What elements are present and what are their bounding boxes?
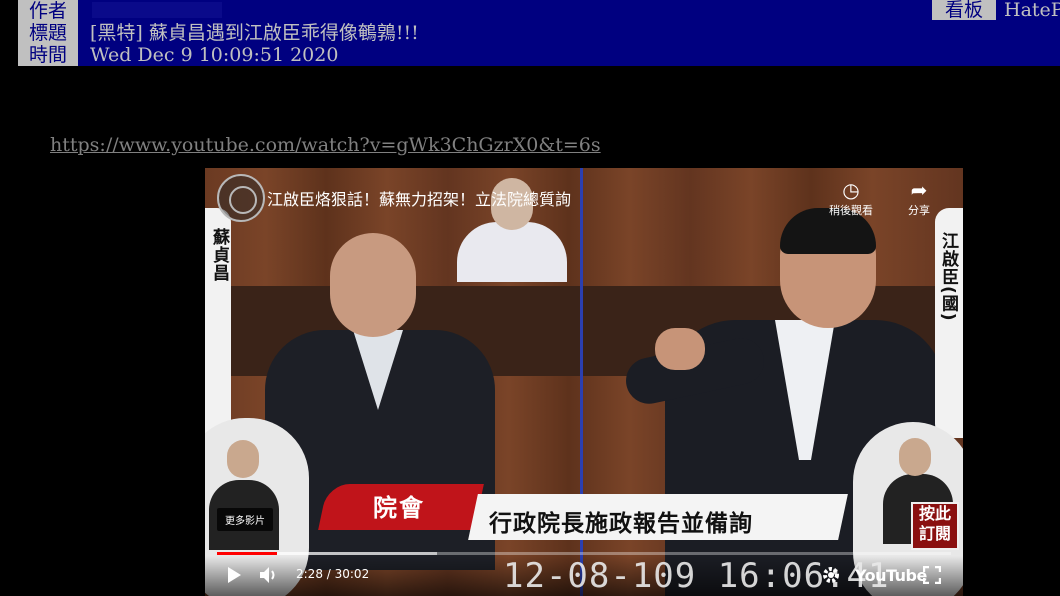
youtube-link[interactable]: https://www.youtube.com/watch?v=gWk3ChGz…: [50, 134, 601, 156]
fullscreen-icon[interactable]: [923, 566, 941, 584]
clock-icon: ◷: [842, 178, 860, 202]
time-value: Wed Dec 9 10:09:51 2020: [90, 44, 339, 66]
watch-later-button[interactable]: ◷ 稍後觀看: [821, 178, 881, 218]
volume-icon[interactable]: [259, 566, 279, 584]
progress-played: [217, 552, 278, 555]
author-label: 作者: [18, 0, 78, 22]
article-header: 作者 看板 HateP 標題 [黑特] 蘇貞昌遇到江啟臣乖得像鵪鶉!!! 時間 …: [18, 0, 1060, 66]
right-speaker-name: 江啟臣(國): [938, 232, 958, 322]
video-title[interactable]: 江啟臣烙狠話！蘇無力招架！立法院總質詢: [267, 186, 571, 210]
youtube-logo[interactable]: YouTube: [855, 566, 927, 585]
left-name-plate: 蘇貞昌: [205, 208, 231, 438]
title-value: [黑特] 蘇貞昌遇到江啟臣乖得像鵪鶉!!!: [90, 22, 419, 44]
more-videos-button[interactable]: 更多影片: [217, 508, 273, 531]
right-name-plate: 江啟臣(國): [935, 208, 963, 438]
board-label: 看板: [932, 0, 996, 20]
video-player[interactable]: 蘇貞昌 江啟臣(國) 江啟臣烙狠話！蘇無力招架！立法院總質詢 ◷ 稍後觀看 ➦ …: [205, 168, 963, 596]
red-caption-text: 院會: [373, 494, 425, 522]
title-row: 標題 [黑特] 蘇貞昌遇到江啟臣乖得像鵪鶉!!!: [18, 22, 1060, 44]
subscribe-badge[interactable]: 按此訂閱: [911, 502, 959, 550]
author-row: 作者 看板 HateP: [18, 0, 1060, 22]
legislature-logo-icon: [217, 174, 265, 222]
share-label: 分享: [908, 204, 930, 217]
time-display: 2:28 / 30:02: [296, 567, 370, 581]
white-caption-text: 行政院長施政報告並備詢: [489, 511, 753, 537]
play-icon[interactable]: [225, 566, 243, 584]
title-label: 標題: [18, 22, 78, 44]
gear-icon[interactable]: [821, 565, 841, 585]
left-speaker-name: 蘇貞昌: [209, 228, 229, 282]
progress-bar[interactable]: [217, 552, 951, 555]
author-value-redacted: [92, 2, 222, 18]
time-row: 時間 Wed Dec 9 10:09:51 2020: [18, 44, 1060, 66]
board-value: HateP: [1004, 0, 1060, 21]
share-button[interactable]: ➦ 分享: [889, 178, 949, 218]
share-arrow-icon: ➦: [910, 178, 928, 202]
time-label: 時間: [18, 44, 78, 66]
watch-later-label: 稍後觀看: [829, 204, 873, 217]
